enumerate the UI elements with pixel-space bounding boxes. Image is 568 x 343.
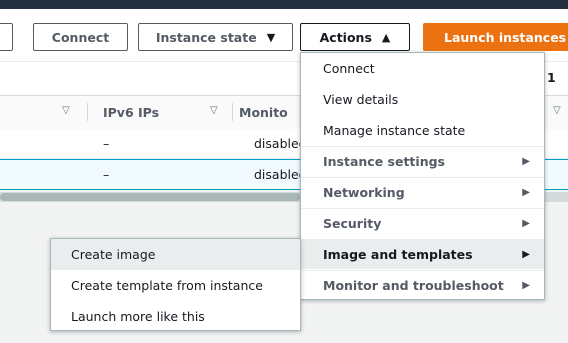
menu-item-label: Manage instance state (323, 122, 466, 138)
actions-dropdown-menu: Connect View details Manage instance sta… (300, 52, 545, 300)
launch-instances-label: Launch instances (444, 29, 567, 45)
submenu-item-launch-more-like-this[interactable]: Launch more like this (51, 301, 300, 332)
caret-up-icon: ▲ (381, 30, 391, 44)
column-divider[interactable] (87, 103, 88, 121)
sort-icon[interactable]: ▽ (553, 105, 561, 116)
chevron-right-icon: ▶ (522, 187, 530, 198)
console-top-bar (0, 0, 568, 9)
actions-button[interactable]: Actions ▲ (300, 23, 410, 51)
launch-instances-button[interactable]: Launch instances (423, 23, 568, 51)
menu-item-label: Networking (323, 185, 405, 200)
menu-item-manage-instance-state[interactable]: Manage instance state (301, 115, 544, 145)
actions-button-label: Actions (319, 29, 372, 45)
menu-item-view-details[interactable]: View details (301, 84, 544, 114)
ipv6-cell: – (103, 167, 110, 182)
connect-button-label: Connect (51, 29, 110, 45)
chevron-right-icon: ▶ (522, 156, 530, 167)
instance-state-label: Instance state (155, 29, 257, 45)
menu-item-networking[interactable]: Networking ▶ (301, 177, 544, 207)
instance-state-button[interactable]: Instance state ▼ (138, 23, 293, 51)
image-and-templates-submenu: Create image Create template from instan… (50, 238, 301, 331)
column-divider[interactable] (232, 103, 233, 121)
pagination-page-number[interactable]: 1 (547, 70, 556, 85)
monitoring-cell: disabled (254, 136, 307, 151)
submenu-item-label: Create template from instance (71, 278, 263, 293)
submenu-item-label: Create image (71, 247, 156, 262)
monitoring-cell: disabled (254, 167, 307, 182)
submenu-item-label: Launch more like this (71, 309, 205, 324)
submenu-item-create-image[interactable]: Create image (51, 239, 300, 270)
menu-item-label: Connect (323, 60, 375, 76)
caret-down-icon: ▼ (266, 30, 276, 44)
chevron-right-icon: ▶ (522, 280, 530, 291)
refresh-button-partial[interactable] (0, 23, 13, 51)
menu-item-label: View details (323, 91, 399, 107)
connect-button[interactable]: Connect (33, 23, 128, 51)
column-header-ipv6[interactable]: IPv6 IPs (103, 105, 159, 120)
column-header-monitoring[interactable]: Monito (239, 105, 288, 120)
menu-item-label: Instance settings (323, 154, 445, 169)
menu-item-label: Image and templates (323, 247, 473, 262)
submenu-item-create-template[interactable]: Create template from instance (51, 270, 300, 301)
menu-item-monitor-and-troubleshoot[interactable]: Monitor and troubleshoot ▶ (301, 270, 544, 300)
menu-item-instance-settings[interactable]: Instance settings ▶ (301, 146, 544, 176)
menu-item-label: Security (323, 216, 382, 231)
menu-item-label: Monitor and troubleshoot (323, 278, 504, 293)
menu-item-image-and-templates[interactable]: Image and templates ▶ (301, 239, 544, 269)
sort-icon[interactable]: ▽ (62, 105, 70, 116)
chevron-right-icon: ▶ (522, 218, 530, 229)
sort-icon[interactable]: ▽ (210, 105, 218, 116)
chevron-right-icon: ▶ (522, 249, 530, 260)
scrollbar-thumb[interactable] (0, 193, 300, 201)
menu-item-security[interactable]: Security ▶ (301, 208, 544, 238)
ipv6-cell: – (103, 136, 110, 151)
menu-item-connect[interactable]: Connect (301, 53, 544, 83)
